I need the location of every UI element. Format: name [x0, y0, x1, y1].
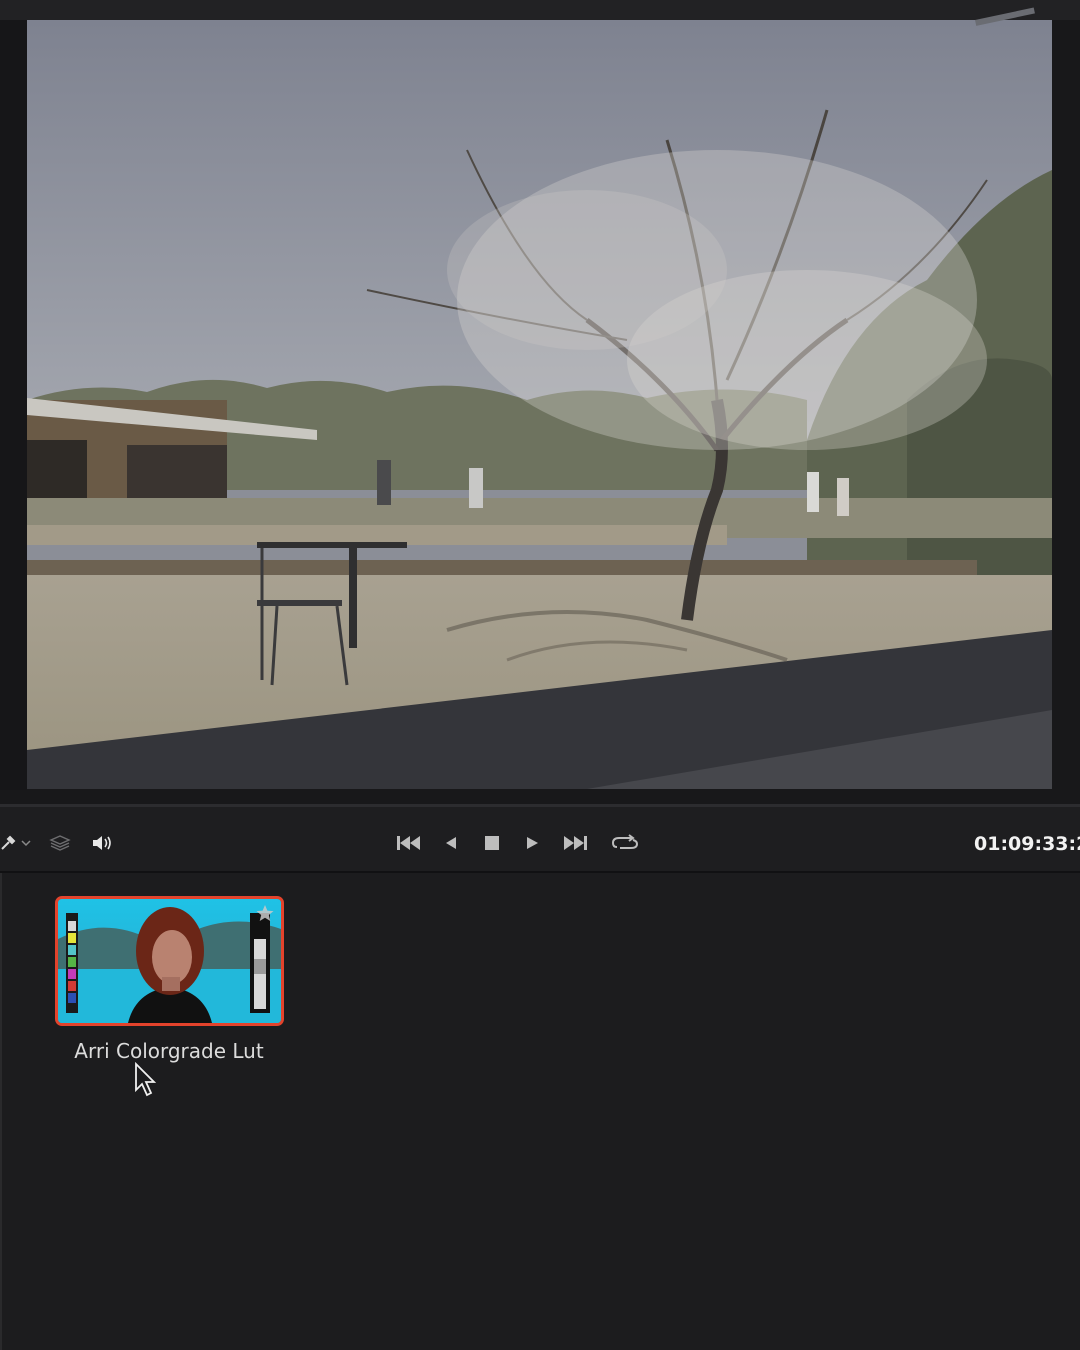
viewer-top-bar: [0, 0, 1080, 20]
clip-thumbnail[interactable]: [55, 896, 284, 1026]
viewer-frame[interactable]: [27, 20, 1052, 789]
layers-icon[interactable]: [48, 833, 72, 853]
chevron-down-icon[interactable]: [19, 833, 33, 853]
skip-to-start-icon[interactable]: [395, 833, 423, 853]
viewer-panel: [0, 0, 1080, 807]
stop-icon[interactable]: [482, 833, 502, 853]
eyedropper-icon[interactable]: [0, 833, 16, 853]
loop-icon[interactable]: [610, 833, 640, 853]
step-back-icon[interactable]: [442, 833, 460, 853]
transport-bar: 01:09:33:21: [0, 807, 1080, 873]
skip-to-end-icon[interactable]: [560, 833, 590, 853]
speaker-icon[interactable]: [90, 833, 116, 853]
star-icon[interactable]: [255, 903, 275, 923]
timecode-display: 01:09:33:21: [974, 833, 1080, 855]
mouse-cursor-icon: [134, 1061, 158, 1098]
viewer-left-edge: [0, 20, 27, 790]
resolve-window: 01:09:33:21: [0, 0, 1080, 1350]
play-icon[interactable]: [522, 833, 542, 853]
clip-name-label[interactable]: Arri Colorgrade Lut: [40, 1037, 298, 1065]
